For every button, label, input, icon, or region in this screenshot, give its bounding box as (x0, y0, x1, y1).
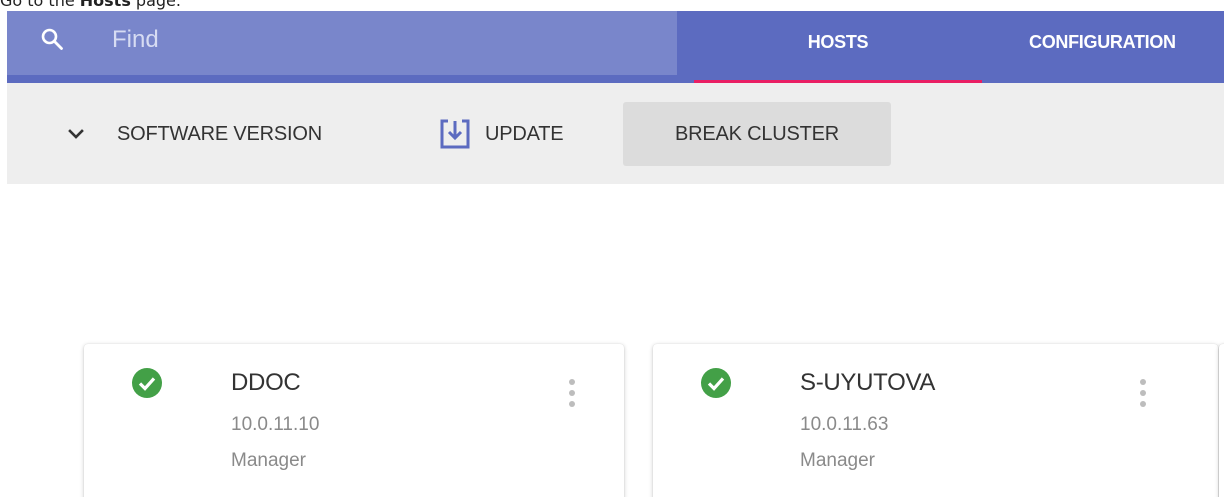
check-circle-icon (701, 368, 731, 398)
top-bar: HOSTS CONFIGURATION (7, 11, 1224, 83)
software-version-button[interactable]: SOFTWARE VERSION (67, 102, 322, 166)
tab-hosts[interactable]: HOSTS (694, 11, 982, 83)
check-circle-icon (132, 368, 162, 398)
instruction-text: Go to the Hosts page. (0, 0, 181, 11)
more-vert-icon[interactable] (567, 377, 577, 411)
search-icon[interactable] (40, 27, 64, 51)
host-name: DDOC (231, 369, 301, 396)
search-input[interactable] (112, 22, 652, 58)
software-version-label: SOFTWARE VERSION (117, 122, 322, 145)
update-label: UPDATE (485, 122, 564, 145)
app-window: HOSTS CONFIGURATION SOFTWARE VERSION UPD… (7, 11, 1224, 497)
break-cluster-label: BREAK CLUSTER (674, 122, 840, 145)
host-role: Manager (800, 450, 875, 471)
host-ip: 10.0.11.10 (231, 414, 320, 435)
host-ip: 10.0.11.63 (800, 414, 889, 435)
download-icon (440, 119, 470, 149)
host-card[interactable]: DDOC 10.0.11.10 Manager (84, 344, 624, 497)
tab-configuration-label: CONFIGURATION (1029, 32, 1176, 52)
tab-configuration[interactable]: CONFIGURATION (1007, 11, 1224, 83)
instruction-emphasis: Hosts (79, 0, 131, 10)
chevron-down-icon (68, 129, 84, 139)
host-name: S-UYUTOVA (800, 369, 936, 396)
toolbar: SOFTWARE VERSION UPDATE BREAK CLUSTER (7, 83, 1224, 184)
break-cluster-button[interactable]: BREAK CLUSTER (623, 102, 891, 166)
host-card-partial[interactable] (1219, 344, 1224, 497)
host-role: Manager (231, 450, 306, 471)
host-card[interactable]: S-UYUTOVA 10.0.11.63 Manager (653, 344, 1218, 497)
more-vert-icon[interactable] (1138, 377, 1148, 411)
tab-hosts-label: HOSTS (807, 32, 869, 52)
search-bar (7, 11, 677, 83)
update-button[interactable]: UPDATE (437, 102, 564, 166)
